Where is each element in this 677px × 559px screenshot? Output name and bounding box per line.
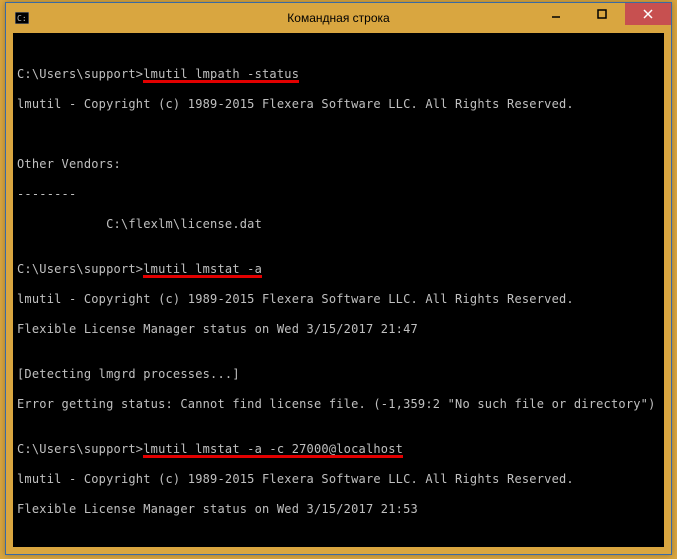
terminal-line: -------- (17, 187, 660, 202)
titlebar[interactable]: C: Командная строка (6, 3, 671, 33)
minimize-button[interactable] (533, 3, 579, 25)
command-text: lmutil lmstat -a (143, 262, 262, 276)
svg-text:C:: C: (17, 14, 27, 23)
command-text: lmutil lmstat -a -c 27000@localhost (143, 442, 403, 456)
terminal-line: [Detecting lmgrd processes...] (17, 367, 660, 382)
prompt-text: C:\Users\support> (17, 442, 143, 456)
terminal-line: lmutil - Copyright (c) 1989-2015 Flexera… (17, 292, 660, 307)
command-prompt-window: C: Командная строка C:\Users\support>lmu… (5, 2, 672, 555)
maximize-button[interactable] (579, 3, 625, 25)
terminal-output: C:\Users\support>lmutil lmpath -status l… (17, 37, 660, 547)
prompt-text: C:\Users\support> (17, 67, 143, 81)
terminal-line: Flexible License Manager status on Wed 3… (17, 502, 660, 517)
terminal-line: C:\Users\support>lmutil lmstat -a (17, 262, 660, 277)
terminal-line: lmutil - Copyright (c) 1989-2015 Flexera… (17, 97, 660, 112)
window-controls (533, 3, 671, 25)
terminal-line: Other Vendors: (17, 157, 660, 172)
terminal-area[interactable]: C:\Users\support>lmutil lmpath -status l… (13, 33, 664, 547)
terminal-line: Flexible License Manager status on Wed 3… (17, 322, 660, 337)
cmd-icon: C: (14, 10, 30, 26)
terminal-line: C:\flexlm\license.dat (17, 217, 660, 232)
close-button[interactable] (625, 3, 671, 25)
terminal-line: C:\Users\support>lmutil lmstat -a -c 270… (17, 442, 660, 457)
prompt-text: C:\Users\support> (17, 262, 143, 276)
terminal-line: lmutil - Copyright (c) 1989-2015 Flexera… (17, 472, 660, 487)
terminal-line: Error getting status: Cannot find licens… (17, 397, 657, 412)
command-text: lmutil lmpath -status (143, 67, 299, 81)
terminal-line: C:\Users\support>lmutil lmpath -status (17, 67, 660, 82)
